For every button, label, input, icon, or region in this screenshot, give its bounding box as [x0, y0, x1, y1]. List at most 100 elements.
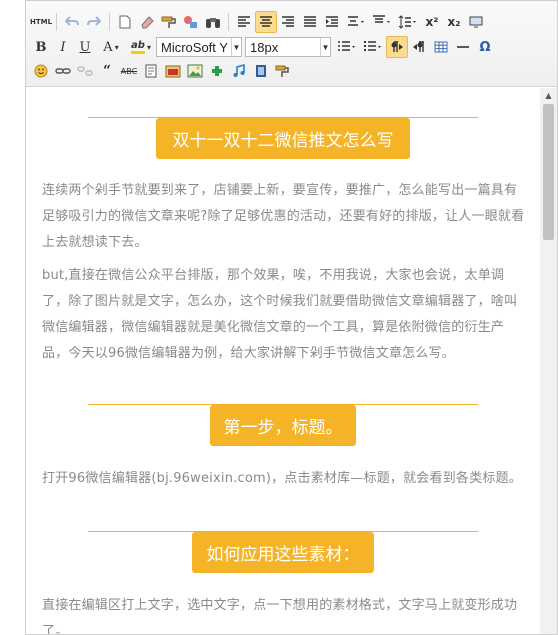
- numbered-list-icon: [338, 41, 355, 51]
- chevron-down-icon: ▼: [320, 38, 330, 56]
- chevron-down-icon: ▾: [114, 42, 119, 52]
- brush-icon: [161, 16, 176, 28]
- scroll-up-icon[interactable]: ▲: [540, 88, 557, 103]
- document-icon: [119, 15, 131, 29]
- align-center-icon: [260, 16, 272, 27]
- insert-music-button[interactable]: [228, 60, 250, 82]
- align-right-button[interactable]: [277, 11, 299, 33]
- background-color-button[interactable]: ab ▾: [126, 36, 156, 58]
- strikethrough-button[interactable]: ABC: [118, 60, 140, 82]
- table-icon: [434, 41, 448, 53]
- link-button[interactable]: [52, 60, 74, 82]
- background-image-icon: [165, 65, 181, 78]
- binoculars-icon: [206, 18, 220, 28]
- toolbar-separator: [228, 13, 229, 31]
- align-justify-icon: [304, 16, 316, 27]
- unlink-button[interactable]: [74, 60, 96, 82]
- rich-text-editor: HTML x² x₂ B I U A ▾ ab ▾ MicroSoft Y ▼ …: [25, 0, 558, 635]
- article-heading: 第一步，标题。: [210, 405, 356, 446]
- brush-icon: [275, 65, 289, 77]
- find-button[interactable]: [202, 11, 224, 33]
- bold-button[interactable]: B: [30, 36, 52, 58]
- row-spacing-button[interactable]: [395, 11, 421, 33]
- title-block-3: 如何应用这些素材：: [88, 531, 478, 575]
- font-family-value: MicroSoft Y: [161, 39, 228, 55]
- template-icon: [145, 64, 157, 78]
- fullscreen-button[interactable]: [465, 11, 487, 33]
- numbered-list-button[interactable]: [334, 36, 360, 58]
- align-center-button[interactable]: [255, 11, 277, 33]
- subscript-button[interactable]: x₂: [443, 11, 465, 33]
- article-paragraph: 打开96微信编辑器(bj.96weixin.com)，点击素材库—标题，就会看到…: [42, 471, 522, 486]
- font-color-button[interactable]: A ▾: [96, 36, 126, 58]
- scroll-thumb[interactable]: [543, 104, 554, 240]
- blockquote-button[interactable]: “: [96, 60, 118, 82]
- superscript-button[interactable]: x²: [421, 11, 443, 33]
- article-paragraph: but,直接在微信公众平台排版，那个效果，唉，不用我说，大家也会说，太单调了，除…: [42, 268, 518, 361]
- align-left-icon: [238, 16, 250, 27]
- align-justify-button[interactable]: [299, 11, 321, 33]
- emotion-button[interactable]: [30, 60, 52, 82]
- article-paragraph: 连续两个剁手节就要到来了，店铺要上新，要宣传，要推广，怎么能写出一篇具有足够吸引…: [42, 183, 525, 250]
- redo-icon: [87, 16, 101, 26]
- underline-button[interactable]: U: [74, 36, 96, 58]
- bullet-list-icon: [364, 41, 381, 51]
- unlink-icon: [77, 66, 93, 76]
- html-source-button[interactable]: HTML: [30, 11, 52, 33]
- film-icon: [256, 65, 266, 77]
- font-size-value: 18px: [250, 39, 279, 55]
- undo-button[interactable]: [61, 11, 83, 33]
- paragraph-spacing-button[interactable]: [369, 11, 395, 33]
- text-align-bottom-icon: [348, 16, 364, 26]
- toolbar-row-3: “ ABC: [30, 60, 294, 82]
- toolbar-separator: [109, 13, 110, 31]
- font-family-select[interactable]: MicroSoft Y ▼: [156, 37, 242, 57]
- ltr-direction-button[interactable]: [386, 36, 408, 58]
- font-size-select[interactable]: 18px ▼: [245, 37, 331, 57]
- link-icon: [55, 68, 71, 74]
- new-document-button[interactable]: [114, 11, 136, 33]
- horizontal-rule-button[interactable]: [452, 36, 474, 58]
- music-note-icon: [233, 64, 245, 77]
- insert-video-button[interactable]: [250, 60, 272, 82]
- puzzle-icon: [212, 66, 222, 76]
- bullet-list-button[interactable]: [360, 36, 386, 58]
- rtl-paragraph-icon: [413, 41, 424, 52]
- monitor-icon: [469, 16, 483, 28]
- eraser-icon: [141, 16, 154, 29]
- italic-button[interactable]: I: [52, 36, 74, 58]
- font-color-label: A: [103, 39, 113, 55]
- indent-icon: [326, 16, 338, 27]
- chevron-down-icon: ▼: [231, 38, 241, 56]
- editor-toolbar: HTML x² x₂ B I U A ▾ ab ▾ MicroSoft Y ▼ …: [26, 1, 557, 87]
- redo-button[interactable]: [83, 11, 105, 33]
- horizontal-rule-icon: [457, 46, 469, 48]
- row-spacing-icon: [398, 15, 416, 29]
- insert-image-button[interactable]: [184, 60, 206, 82]
- paragraph-spacing-icon: [373, 15, 390, 23]
- rtl-direction-button[interactable]: [408, 36, 430, 58]
- toolbar-separator: [56, 13, 57, 31]
- vertical-scrollbar[interactable]: ▲: [540, 88, 557, 634]
- align-left-button[interactable]: [233, 11, 255, 33]
- eraser-button[interactable]: [136, 11, 158, 33]
- insert-app-button[interactable]: [206, 60, 228, 82]
- format-painter-button[interactable]: [158, 11, 180, 33]
- clear-format-button[interactable]: [272, 60, 294, 82]
- title-block-2: 第一步，标题。: [88, 404, 478, 448]
- background-button[interactable]: [162, 60, 184, 82]
- article-heading: 双十一双十二微信推文怎么写: [156, 118, 410, 159]
- editor-content[interactable]: 双十一双十二微信推文怎么写 连续两个剁手节就要到来了，店铺要上新，要宣传，要推广…: [26, 88, 540, 634]
- special-chars-button[interactable]: Ω: [474, 36, 496, 58]
- template-button[interactable]: [140, 60, 162, 82]
- insert-shape-button[interactable]: [180, 11, 202, 33]
- highlight-label: ab: [131, 40, 145, 54]
- align-right-icon: [282, 16, 294, 27]
- ltr-paragraph-icon: [391, 41, 403, 52]
- smiley-icon: [34, 64, 48, 78]
- line-height-button[interactable]: [343, 11, 369, 33]
- shapes-icon: [184, 16, 197, 28]
- title-block-1: 双十一双十二微信推文怎么写: [88, 117, 478, 161]
- indent-button[interactable]: [321, 11, 343, 33]
- insert-table-button[interactable]: [430, 36, 452, 58]
